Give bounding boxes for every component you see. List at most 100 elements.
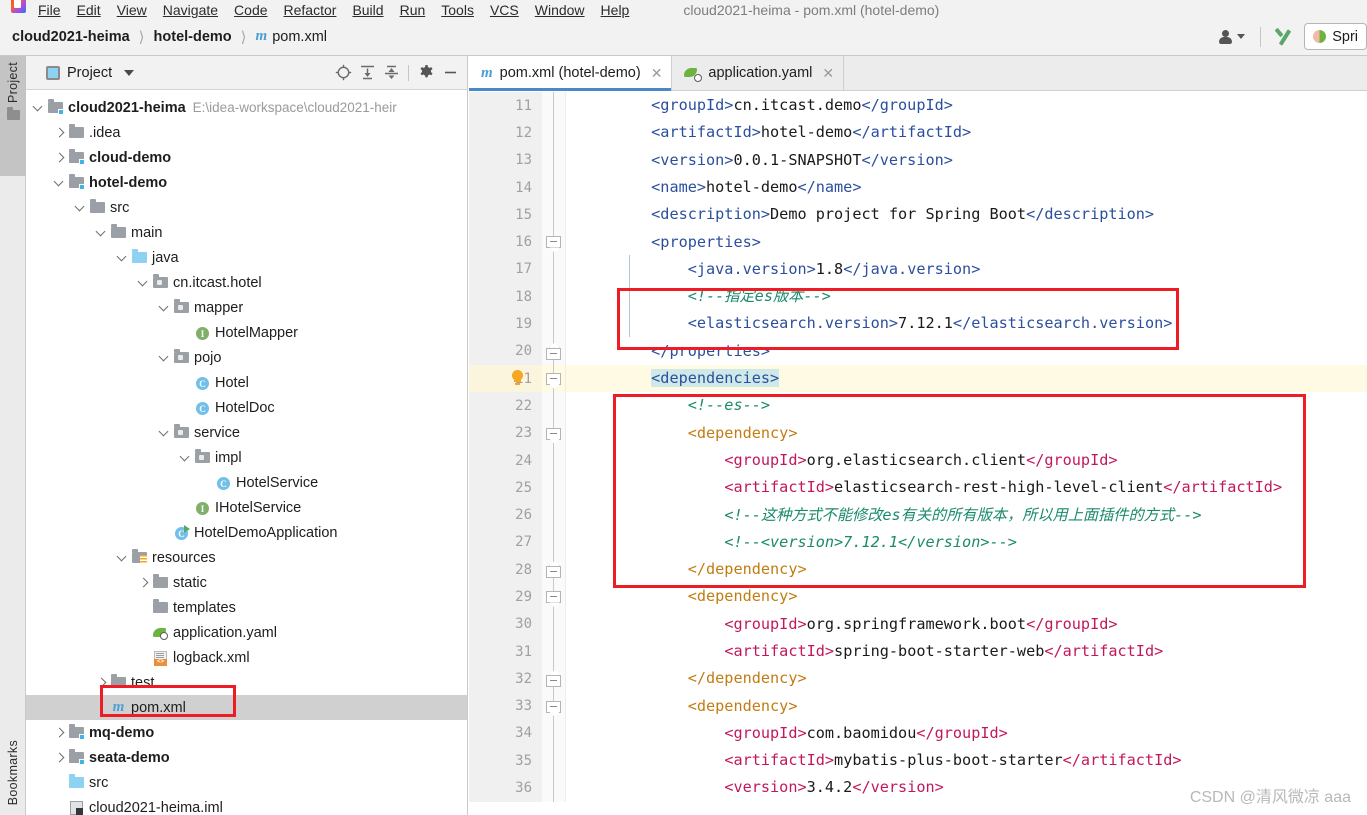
- fold-gutter[interactable]: [542, 419, 566, 447]
- fold-gutter[interactable]: [542, 692, 566, 720]
- fold-gutter[interactable]: [542, 665, 566, 693]
- fold-gutter[interactable]: [542, 637, 566, 666]
- fold-open-icon[interactable]: [546, 236, 561, 249]
- vcs-update-button[interactable]: [1268, 24, 1300, 50]
- code-line[interactable]: 32 </dependency>: [469, 665, 1367, 693]
- code-line[interactable]: 30 <groupId>org.springframework.boot</gr…: [469, 610, 1367, 638]
- fold-gutter[interactable]: [542, 146, 566, 174]
- tree-node-hoteldoc[interactable]: C HotelDoc: [26, 395, 467, 420]
- menu-item-build[interactable]: Build: [344, 2, 391, 18]
- fold-gutter[interactable]: [542, 310, 566, 338]
- collapse-all-icon[interactable]: [380, 62, 402, 84]
- tree-node-java[interactable]: java: [26, 245, 467, 270]
- settings-gear-icon[interactable]: [415, 62, 437, 84]
- code-line[interactable]: 29 <dependency>: [469, 583, 1367, 611]
- tree-node-service[interactable]: service: [26, 420, 467, 445]
- tree-node-cloud-demo[interactable]: cloud-demo: [26, 145, 467, 170]
- code-line[interactable]: 15 <description>Demo project for Spring …: [469, 201, 1367, 229]
- twisty-collapsed-icon[interactable]: [51, 749, 68, 766]
- project-tree[interactable]: cloud2021-heima E:\idea-workspace\cloud20…: [26, 91, 467, 815]
- account-button[interactable]: [1212, 24, 1251, 50]
- fold-open-icon[interactable]: [546, 372, 561, 385]
- tree-node-seata-demo[interactable]: seata-demo: [26, 745, 467, 770]
- twisty-collapsed-icon[interactable]: [93, 674, 110, 691]
- menu-item-file[interactable]: File: [30, 2, 69, 18]
- twisty-collapsed-icon[interactable]: [51, 724, 68, 741]
- fold-gutter[interactable]: [542, 364, 566, 393]
- fold-gutter[interactable]: [542, 556, 566, 584]
- code-line[interactable]: 22 <!--es-->: [469, 392, 1367, 420]
- tree-node-src[interactable]: src: [26, 195, 467, 220]
- tree-node-idea[interactable]: .idea: [26, 120, 467, 145]
- menu-item-window[interactable]: Window: [527, 2, 593, 18]
- menu-item-code[interactable]: Code: [226, 2, 275, 18]
- tree-node-impl[interactable]: impl: [26, 445, 467, 470]
- tree-node-logback-xml[interactable]: logback.xml: [26, 645, 467, 670]
- code-line[interactable]: 23 <dependency>: [469, 419, 1367, 447]
- code-editor[interactable]: 11 <groupId>cn.itcast.demo</groupId> 12 <…: [469, 92, 1367, 815]
- tree-node-pojo[interactable]: pojo: [26, 345, 467, 370]
- locate-icon[interactable]: [332, 62, 354, 84]
- tree-node-test[interactable]: test: [26, 670, 467, 695]
- tree-node-cloud2021-heima[interactable]: cloud2021-heima E:\idea-workspace\cloud20…: [26, 95, 467, 120]
- tree-node-hotel[interactable]: C Hotel: [26, 370, 467, 395]
- code-line[interactable]: 25 <artifactId>elasticsearch-rest-high-l…: [469, 474, 1367, 502]
- code-line[interactable]: 31 <artifactId>spring-boot-starter-web</…: [469, 637, 1367, 666]
- twisty-expanded-icon[interactable]: [51, 174, 68, 191]
- fold-gutter[interactable]: [542, 501, 566, 529]
- twisty-expanded-icon[interactable]: [114, 549, 131, 566]
- fold-gutter[interactable]: [542, 610, 566, 638]
- fold-open-icon[interactable]: [546, 700, 561, 713]
- breadcrumb-item-file[interactable]: pom.xml: [272, 29, 327, 45]
- fold-gutter[interactable]: [542, 446, 566, 475]
- tree-node-cn-itcast-hotel[interactable]: cn.itcast.hotel: [26, 270, 467, 295]
- tree-node-static[interactable]: static: [26, 570, 467, 595]
- tree-node-hotel-demo[interactable]: hotel-demo: [26, 170, 467, 195]
- fold-gutter[interactable]: [542, 228, 566, 256]
- twisty-expanded-icon[interactable]: [156, 349, 173, 366]
- code-line[interactable]: 14 <name>hotel-demo</name>: [469, 173, 1367, 202]
- twisty-expanded-icon[interactable]: [93, 224, 110, 241]
- code-line[interactable]: 24 <groupId>org.elasticsearch.client</gr…: [469, 446, 1367, 475]
- fold-gutter[interactable]: [542, 528, 566, 557]
- code-line[interactable]: 18 <!--指定es版本-->: [469, 283, 1367, 311]
- code-line[interactable]: 12 <artifactId>hotel-demo</artifactId>: [469, 119, 1367, 147]
- fold-gutter[interactable]: [542, 719, 566, 748]
- fold-gutter[interactable]: [542, 255, 566, 284]
- fold-gutter[interactable]: [542, 474, 566, 502]
- fold-gutter[interactable]: [542, 747, 566, 775]
- code-line[interactable]: 26 <!--这种方式不能修改es有关的所有版本，所以用上面插件的方式-->: [469, 501, 1367, 529]
- menu-item-view[interactable]: View: [109, 2, 155, 18]
- code-line[interactable]: 21 <dependencies>: [469, 364, 1367, 393]
- tool-window-button-project[interactable]: Project: [0, 56, 26, 176]
- breadcrumb-item-module[interactable]: hotel-demo: [154, 29, 232, 45]
- code-line[interactable]: 27 <!--<version>7.12.1</version>-->: [469, 528, 1367, 557]
- tree-node-templates[interactable]: templates: [26, 595, 467, 620]
- code-line[interactable]: 33 <dependency>: [469, 692, 1367, 720]
- tree-node-main[interactable]: main: [26, 220, 467, 245]
- tree-node-resources[interactable]: resources: [26, 545, 467, 570]
- twisty-expanded-icon[interactable]: [156, 299, 173, 316]
- menu-item-vcs[interactable]: VCS: [482, 2, 527, 18]
- tool-window-button-bookmarks[interactable]: Bookmarks: [0, 725, 26, 815]
- twisty-expanded-icon[interactable]: [177, 449, 194, 466]
- code-line[interactable]: 13 <version>0.0.1-SNAPSHOT</version>: [469, 146, 1367, 174]
- code-line[interactable]: 17 <java.version>1.8</java.version>: [469, 255, 1367, 284]
- code-line[interactable]: 34 <groupId>com.baomidou</groupId>: [469, 719, 1367, 748]
- tree-node-hotelmapper[interactable]: I HotelMapper: [26, 320, 467, 345]
- fold-close-icon[interactable]: [546, 347, 561, 360]
- fold-gutter[interactable]: [542, 337, 566, 365]
- code-line[interactable]: 20 </properties>: [469, 337, 1367, 365]
- fold-gutter[interactable]: [542, 774, 566, 802]
- code-line[interactable]: 16 <properties>: [469, 228, 1367, 256]
- tree-node-pom-xml[interactable]: m pom.xml: [26, 695, 467, 720]
- fold-open-icon[interactable]: [546, 427, 561, 440]
- tree-node-application-yaml[interactable]: application.yaml: [26, 620, 467, 645]
- close-icon[interactable]: ✕: [651, 66, 663, 80]
- code-line[interactable]: 19 <elasticsearch.version>7.12.1</elasti…: [469, 310, 1367, 338]
- tree-node-src[interactable]: src: [26, 770, 467, 795]
- tree-node-mapper[interactable]: mapper: [26, 295, 467, 320]
- tab-pom-xml[interactable]: m pom.xml (hotel-demo) ✕: [469, 56, 673, 91]
- fold-gutter[interactable]: [542, 583, 566, 611]
- menu-item-edit[interactable]: Edit: [69, 2, 109, 18]
